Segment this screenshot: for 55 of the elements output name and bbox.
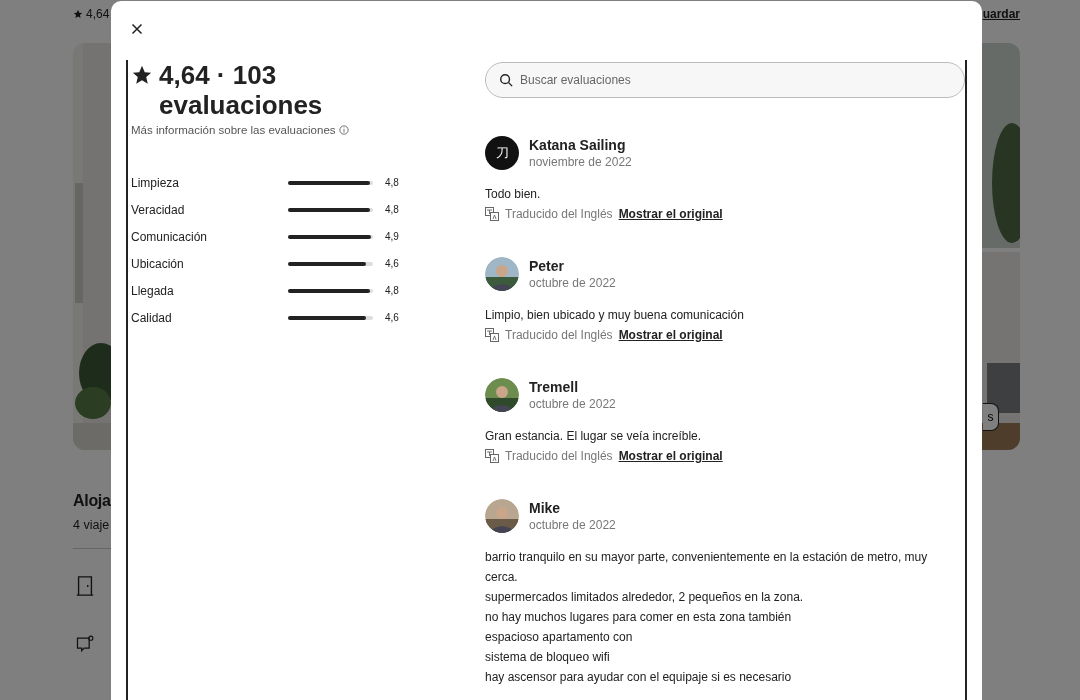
review-text: Todo bien. (485, 186, 542, 203)
review-text: Gran estancia. El lugar se veía increíble. (485, 428, 703, 445)
close-button[interactable] (129, 21, 145, 37)
show-original-link[interactable]: Mostrar el original (618, 328, 723, 342)
reviewer-name: Katana Sailing (529, 137, 627, 153)
review-text: sistema de bloqueo wifi (485, 649, 611, 666)
show-original-link[interactable]: Mostrar el original (618, 207, 723, 221)
review-date: octubre de 2022 (529, 397, 616, 411)
review-text: barrio tranquilo en su mayor parte, convenientemente en la estación de metro, muy cerca. (485, 549, 929, 586)
category-label: Calidad (131, 310, 173, 325)
review-date: octubre de 2022 (529, 276, 616, 290)
category-score: 4,9 (385, 231, 399, 242)
review-text: espacioso apartamento con (485, 629, 634, 646)
close-icon (131, 23, 143, 35)
review-text: Limpio, bien ubicado y muy buena comunicación (485, 307, 745, 324)
listing-subtitle: 4 viaje (73, 518, 110, 532)
translation-note: Traducido del Inglés (505, 207, 613, 221)
photos-button[interactable]: s (983, 403, 999, 431)
save-link[interactable]: uardar (982, 7, 1020, 21)
translate-icon (485, 328, 499, 342)
reviewer-name: Mike (529, 500, 562, 516)
review-text: supermercados limitados alrededor, 2 pequeños en la zona. (485, 589, 805, 606)
rating-heading: 4,64 · 103 evaluaciones (159, 60, 324, 120)
door-icon (75, 575, 95, 597)
review-date: octubre de 2022 (529, 518, 616, 532)
search-icon (499, 73, 513, 87)
category-score: 4,8 (385, 177, 399, 188)
star-icon (73, 9, 83, 19)
category-score: 4,6 (385, 258, 399, 269)
rating-text: 4,64 (86, 7, 110, 21)
category-score: 4,8 (385, 285, 399, 296)
search-field[interactable]: Buscar evaluaciones (485, 62, 965, 98)
category-label: Ubicación (131, 256, 185, 271)
category-label: Veracidad (131, 202, 186, 217)
avatar: 刀 (485, 136, 519, 170)
chat-icon (75, 633, 95, 655)
translate-icon (485, 449, 499, 463)
translation-note: Traducido del Inglés (505, 449, 613, 463)
info-icon (338, 125, 349, 135)
reviewer-name: Peter (529, 258, 566, 274)
review-date: noviembre de 2022 (529, 155, 632, 169)
star-icon (131, 64, 153, 86)
category-score: 4,6 (385, 312, 399, 323)
listing-title: Aloja (73, 492, 111, 510)
category-label: Limpieza (131, 175, 181, 190)
show-original-link[interactable]: Mostrar el original (618, 449, 723, 463)
info-link[interactable]: Más información sobre las evaluaciones (131, 124, 336, 136)
category-label: Comunicación (131, 229, 209, 244)
category-score: 4,8 (385, 204, 399, 215)
translation-note: Traducido del Inglés (505, 328, 613, 342)
review-text: hay ascensor para ayudar con el equipaje si es necesario (485, 669, 793, 686)
category-label: Llegada (131, 283, 175, 298)
translate-icon (485, 207, 499, 221)
reviewer-name: Tremell (529, 379, 580, 395)
review-text: no hay muchos lugares para comer en esta zona también (485, 609, 793, 626)
